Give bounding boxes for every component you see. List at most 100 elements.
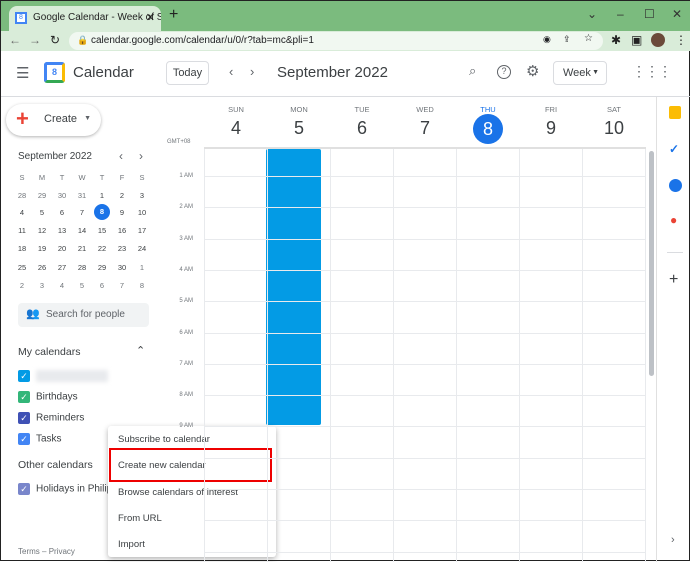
- day-number[interactable]: 8: [473, 114, 503, 144]
- day-number[interactable]: 9: [520, 118, 582, 139]
- mini-day[interactable]: 7: [113, 281, 131, 290]
- mini-day[interactable]: 6: [93, 281, 111, 290]
- share-icon[interactable]: ⇪: [563, 34, 571, 45]
- settings-gear-icon[interactable]: ⚙: [526, 62, 539, 80]
- mini-day[interactable]: 29: [93, 263, 111, 272]
- forward-icon[interactable]: →: [29, 33, 41, 47]
- maps-icon[interactable]: ●: [670, 213, 677, 227]
- calendar-item[interactable]: ✓ Reminders: [18, 412, 84, 424]
- mini-day[interactable]: 28: [73, 263, 91, 272]
- day-number[interactable]: 4: [205, 118, 267, 139]
- sidepanel-icon[interactable]: ▣: [631, 33, 642, 47]
- mini-day[interactable]: 15: [93, 226, 111, 235]
- back-icon[interactable]: ←: [9, 33, 21, 47]
- checkbox-icon[interactable]: ✓: [18, 370, 30, 382]
- mini-day[interactable]: 8: [94, 204, 110, 220]
- mini-day[interactable]: 14: [73, 226, 91, 235]
- menu-item-from-url[interactable]: From URL: [118, 513, 162, 524]
- mini-day[interactable]: 21: [73, 244, 91, 253]
- mini-day[interactable]: 30: [53, 191, 71, 200]
- prev-week-icon[interactable]: ‹: [229, 64, 233, 79]
- mini-day[interactable]: 31: [73, 191, 91, 200]
- mini-day[interactable]: 3: [33, 281, 51, 290]
- day-number[interactable]: 10: [583, 118, 645, 139]
- checkbox-icon[interactable]: ✓: [18, 483, 30, 495]
- mini-day[interactable]: 11: [13, 226, 31, 235]
- calendar-item[interactable]: ✓ Birthdays: [18, 391, 78, 403]
- calendar-item[interactable]: ✓ Tasks: [18, 433, 62, 445]
- mini-day[interactable]: 6: [53, 208, 71, 217]
- menu-item-subscribe-to-calendar[interactable]: Subscribe to calendar: [118, 434, 210, 445]
- mini-day[interactable]: 1: [133, 263, 151, 272]
- add-addon-icon[interactable]: +: [669, 271, 678, 289]
- mini-next-month-icon[interactable]: ›: [139, 149, 143, 163]
- close-tab-icon[interactable]: ✕: [146, 11, 155, 24]
- mini-day[interactable]: 8: [133, 281, 151, 290]
- browser-tab[interactable]: 8 Google Calendar - Week of Septe✕: [9, 6, 161, 31]
- mini-day[interactable]: 3: [133, 191, 151, 200]
- extensions-icon[interactable]: ✱: [611, 33, 621, 47]
- browser-menu-icon[interactable]: ⋮: [675, 33, 687, 47]
- eye-icon[interactable]: ◉: [543, 34, 551, 45]
- mini-day[interactable]: 5: [73, 281, 91, 290]
- main-menu-icon[interactable]: ☰: [16, 64, 29, 82]
- calendar-item[interactable]: ✓ Holidays in Philipp: [18, 483, 108, 495]
- minimize-icon[interactable]: –: [617, 7, 624, 21]
- maximize-icon[interactable]: ☐: [644, 7, 655, 21]
- mini-day[interactable]: 13: [53, 226, 71, 235]
- mini-day[interactable]: 18: [13, 244, 31, 253]
- url-input[interactable]: 🔒 calendar.google.com/calendar/u/0/r?tab=…: [69, 32, 603, 50]
- mini-day[interactable]: 20: [53, 244, 71, 253]
- mini-day[interactable]: 4: [13, 208, 31, 217]
- mini-day[interactable]: 24: [133, 244, 151, 253]
- other-calendars-heading[interactable]: Other calendars: [18, 459, 93, 471]
- mini-day[interactable]: 9: [113, 208, 131, 217]
- tab-search-icon[interactable]: ⌄: [587, 7, 597, 21]
- mini-day[interactable]: 2: [13, 281, 31, 290]
- mini-day[interactable]: 7: [73, 208, 91, 217]
- contacts-icon[interactable]: [669, 179, 682, 192]
- calendar-event[interactable]: [266, 149, 321, 425]
- day-number[interactable]: 5: [268, 118, 330, 139]
- checkbox-icon[interactable]: ✓: [18, 433, 30, 445]
- menu-item-import[interactable]: Import: [118, 539, 145, 550]
- tasks-icon[interactable]: ✓: [669, 142, 679, 156]
- mini-day[interactable]: 4: [53, 281, 71, 290]
- next-week-icon[interactable]: ›: [250, 64, 254, 79]
- privacy-link[interactable]: Privacy: [49, 547, 75, 556]
- chevron-up-icon[interactable]: ⌃: [136, 344, 145, 357]
- mini-day[interactable]: 2: [113, 191, 131, 200]
- terms-link[interactable]: Terms: [18, 547, 40, 556]
- checkbox-icon[interactable]: ✓: [18, 412, 30, 424]
- apps-grid-icon[interactable]: ⋮⋮⋮: [632, 63, 672, 80]
- mini-day[interactable]: 23: [113, 244, 131, 253]
- mini-day[interactable]: 25: [13, 263, 31, 272]
- expand-panel-icon[interactable]: ›: [671, 534, 675, 546]
- mini-day[interactable]: 1: [93, 191, 111, 200]
- mini-day[interactable]: 27: [53, 263, 71, 272]
- mini-day[interactable]: 22: [93, 244, 111, 253]
- search-icon[interactable]: ⌕: [469, 63, 476, 79]
- help-icon[interactable]: ?: [497, 65, 511, 79]
- bookmark-star-icon[interactable]: ☆: [584, 33, 593, 44]
- mini-day[interactable]: 26: [33, 263, 51, 272]
- checkbox-icon[interactable]: ✓: [18, 391, 30, 403]
- scrollbar[interactable]: [649, 151, 654, 376]
- close-window-icon[interactable]: ✕: [672, 7, 682, 21]
- new-tab-icon[interactable]: +: [169, 6, 178, 24]
- day-number[interactable]: 7: [394, 118, 456, 139]
- reload-icon[interactable]: ↻: [50, 33, 60, 47]
- today-button[interactable]: Today: [166, 61, 209, 85]
- mini-day[interactable]: 16: [113, 226, 131, 235]
- mini-day[interactable]: 12: [33, 226, 51, 235]
- mini-day[interactable]: 10: [133, 208, 151, 217]
- create-button[interactable]: + Create ▼: [6, 104, 101, 136]
- mini-day[interactable]: 17: [133, 226, 151, 235]
- search-people-input[interactable]: 👥 Search for people: [18, 303, 149, 327]
- profile-avatar[interactable]: [651, 33, 665, 47]
- calendar-item[interactable]: ✓: [18, 370, 108, 382]
- keep-icon[interactable]: [669, 106, 681, 119]
- day-number[interactable]: 6: [331, 118, 393, 139]
- mini-day[interactable]: 29: [33, 191, 51, 200]
- mini-day[interactable]: 5: [33, 208, 51, 217]
